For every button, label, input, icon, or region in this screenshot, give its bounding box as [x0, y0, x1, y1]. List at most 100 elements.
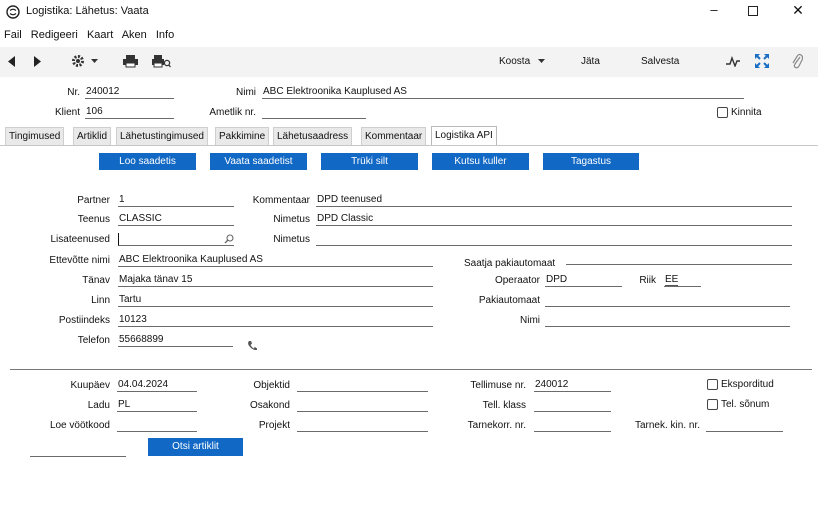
kuupaev-field[interactable]: 04.04.2024 — [117, 379, 197, 392]
minimize-icon[interactable]: – — [704, 2, 724, 17]
nimetus2-field[interactable] — [316, 233, 792, 246]
tellklass-field[interactable] — [534, 399, 611, 412]
projekt-label: Projekt — [258, 420, 290, 431]
linn-label: Linn — [91, 295, 110, 306]
klient-field[interactable]: 106 — [85, 106, 174, 119]
menu-fail[interactable]: Fail — [4, 29, 22, 41]
print-icon[interactable] — [123, 55, 138, 68]
chevron-down-icon[interactable] — [91, 59, 98, 64]
koosta-button[interactable]: Koosta — [499, 56, 545, 67]
osakond-field[interactable] — [297, 399, 428, 412]
tanav-field[interactable]: Majaka tänav 15 — [118, 274, 433, 287]
forward-arrow-icon[interactable] — [33, 56, 41, 67]
gear-icon[interactable] — [71, 54, 85, 68]
loe-vootkood-label: Loe vöötkood — [49, 420, 110, 431]
loe-vootkood-field[interactable] — [117, 419, 197, 432]
postiindeks-label: Postiindeks — [58, 315, 110, 326]
operaator-field[interactable]: DPD — [545, 274, 622, 287]
tab-lahetustingimused[interactable]: Lähetustingimused — [116, 127, 208, 145]
kinnita-checkbox[interactable] — [717, 107, 728, 118]
loo-saadetis-button[interactable]: Loo saadetis — [99, 153, 196, 170]
kuupaev-label: Kuupäev — [70, 380, 110, 391]
ladu-field[interactable]: PL — [117, 399, 197, 412]
search-artikkel-field[interactable] — [30, 444, 126, 457]
tab-lahetusaadress[interactable]: Lähetusaadress — [273, 127, 353, 145]
nimetus2-label: Nimetus — [273, 234, 310, 245]
nr-field[interactable]: 240012 — [85, 86, 174, 99]
ametlik-field[interactable] — [262, 106, 366, 119]
tab-strip-line — [0, 145, 818, 146]
ametlik-label: Ametlik nr. — [209, 107, 256, 118]
tab-logistika-api[interactable]: Logistika API — [431, 126, 497, 145]
otsi-artiklit-button[interactable]: Otsi artiklit — [148, 438, 243, 456]
vaata-saadetist-button[interactable]: Vaata saadetist — [210, 153, 307, 170]
close-icon[interactable]: ✕ — [788, 2, 808, 19]
nimetus1-field[interactable]: DPD Classic — [316, 213, 792, 226]
window-title: Logistika: Lähetus: Vaata — [26, 5, 149, 17]
lisateenused-field[interactable] — [118, 233, 234, 246]
tellimuse-field[interactable]: 240012 — [534, 379, 611, 392]
eksporditud-checkbox[interactable] — [707, 379, 718, 390]
postiindeks-field[interactable]: 10123 — [118, 314, 433, 327]
teenus-label: Teenus — [77, 214, 110, 225]
title-bar: Logistika: Lähetus: Vaata – ✕ — [0, 0, 818, 24]
ladu-label: Ladu — [87, 400, 110, 411]
truki-silt-button[interactable]: Trüki silt — [321, 153, 418, 170]
riik-value: EE — [665, 274, 679, 286]
tarnekin-label: Tarnek. kin. nr. — [634, 420, 700, 431]
tab-kommentaar[interactable]: Kommentaar — [361, 127, 427, 145]
riik-field[interactable]: EE — [664, 274, 701, 287]
tab-artiklid[interactable]: Artiklid — [73, 127, 112, 145]
tel-sonum-label: Tel. sõnum — [721, 399, 770, 410]
partner-field[interactable]: 1 — [118, 194, 234, 207]
tab-tingimused[interactable]: Tingimused — [5, 127, 65, 145]
chevron-down-icon — [537, 58, 545, 63]
tagastus-button[interactable]: Tagastus — [543, 153, 639, 170]
kommentaar-label: Kommentaar — [252, 195, 310, 206]
print-preview-icon[interactable] — [152, 55, 171, 68]
expand-icon[interactable] — [755, 54, 769, 68]
objektid-field[interactable] — [297, 379, 428, 392]
osakond-label: Osakond — [249, 400, 290, 411]
pakiautomaat-nimi-field[interactable] — [545, 314, 790, 327]
back-arrow-icon[interactable] — [8, 56, 16, 67]
partner-label: Partner — [77, 195, 110, 206]
telefon-field[interactable]: 55668899 — [118, 334, 233, 347]
phone-icon[interactable] — [247, 340, 257, 351]
tel-sonum-checkbox[interactable] — [707, 399, 718, 410]
projekt-field[interactable] — [297, 419, 428, 432]
tarnekorr-label: Tarnekorr. nr. — [467, 420, 526, 431]
pakiautomaat-label: Pakiautomaat — [478, 295, 540, 306]
nimi-field[interactable]: ABC Elektroonika Kauplused AS — [262, 86, 744, 99]
pakiautomaat-field[interactable] — [545, 294, 790, 307]
kommentaar-field[interactable]: DPD teenused — [316, 194, 792, 207]
objektid-label: Objektid — [253, 380, 290, 391]
saatja-label: Saatja pakiautomaat — [464, 258, 556, 269]
menu-info[interactable]: Info — [156, 29, 174, 41]
kutsu-kuller-button[interactable]: Kutsu kuller — [432, 153, 529, 170]
menu-redigeeri[interactable]: Redigeeri — [31, 29, 78, 41]
paperclip-icon[interactable] — [791, 53, 803, 69]
jata-button[interactable]: Jäta — [581, 56, 600, 67]
riik-label: Riik — [639, 275, 656, 286]
ettevote-label: Ettevõtte nimi — [49, 255, 110, 266]
ettevote-field[interactable]: ABC Elektroonika Kauplused AS — [118, 254, 433, 267]
salvesta-button[interactable]: Salvesta — [641, 56, 679, 67]
operaator-label: Operaator — [494, 275, 540, 286]
maximize-icon[interactable] — [748, 6, 758, 16]
nimi-label: Nimi — [236, 87, 256, 98]
menu-aken[interactable]: Aken — [122, 29, 147, 41]
activity-icon[interactable] — [726, 56, 740, 67]
eksporditud-label: Eksporditud — [721, 379, 774, 390]
nr-label: Nr. — [67, 87, 80, 98]
saatja-line — [566, 264, 792, 265]
menu-kaart[interactable]: Kaart — [87, 29, 113, 41]
app-icon — [6, 5, 20, 19]
tarnekorr-field[interactable] — [534, 419, 611, 432]
teenus-field[interactable]: CLASSIC — [118, 213, 234, 226]
linn-field[interactable]: Tartu — [118, 294, 433, 307]
kinnita-label: Kinnita — [731, 107, 762, 118]
section-divider — [10, 369, 812, 370]
tarnekin-field[interactable] — [706, 419, 783, 432]
tab-pakkimine[interactable]: Pakkimine — [215, 127, 270, 145]
